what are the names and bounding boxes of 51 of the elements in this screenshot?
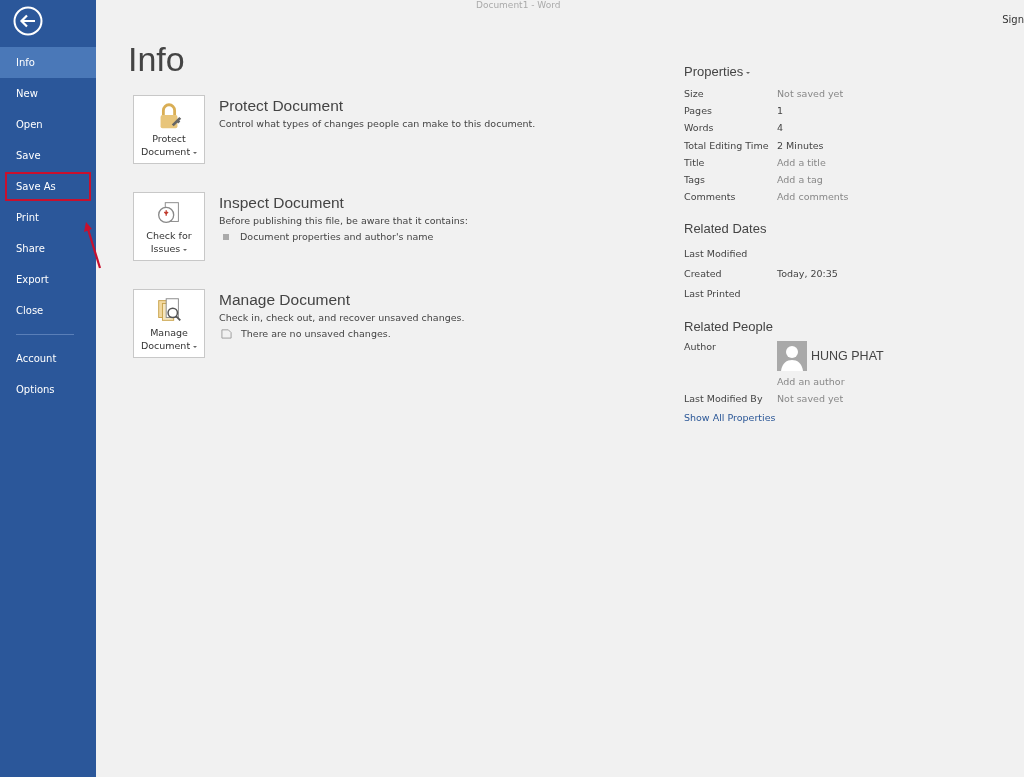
section-heading: Related People	[684, 319, 774, 335]
author-name: HUNG PHAT	[811, 349, 884, 364]
page-title: Info	[128, 40, 186, 79]
property-label: Comments	[684, 191, 737, 203]
dropdown-button[interactable]: Protect Document	[133, 95, 205, 164]
nav-item[interactable]: Export	[0, 264, 96, 295]
nav-item[interactable]: Close	[0, 295, 96, 326]
property-label: Author	[684, 341, 717, 353]
property-value: 1	[777, 105, 784, 117]
properties-dropdown[interactable]: Properties	[684, 64, 904, 79]
section-description: Check in, check out, and recover unsaved changes.	[219, 312, 465, 323]
nav-item[interactable]: Options	[0, 374, 96, 405]
back-icon[interactable]	[13, 6, 43, 36]
avatar-icon	[777, 341, 807, 372]
property-label: Title	[684, 156, 706, 168]
nav-item[interactable]: Open	[0, 109, 96, 140]
nav-item[interactable]: Share	[0, 233, 96, 264]
property-value: 2 Minutes	[777, 139, 824, 151]
property-label: Last Modified By	[684, 393, 764, 405]
property-value: Today, 20:35	[777, 267, 838, 279]
property-label: Tags	[684, 174, 707, 186]
section-title: Protect Document	[219, 97, 345, 115]
nav-item[interactable]: New	[0, 78, 96, 109]
section-title: Manage Document	[219, 291, 351, 309]
property-value: 4	[777, 122, 784, 134]
annotation-arrow	[83, 220, 103, 270]
bullet-icon	[223, 233, 229, 240]
document-icon	[221, 328, 232, 339]
property-label: Words	[684, 122, 715, 134]
nav-item[interactable]: Print	[0, 202, 96, 233]
section-description: Control what types of changes people can make to this document.	[219, 118, 536, 129]
nav-item[interactable]: Save	[0, 140, 96, 171]
property-label: Size	[684, 88, 705, 100]
property-label: Created	[684, 267, 723, 279]
window-title: Document1 - Word	[476, 0, 561, 10]
property-label: Total Editing Time	[684, 139, 770, 151]
nav-item[interactable]: Save As	[4, 171, 92, 202]
dropdown-button[interactable]: Check for Issues	[133, 192, 205, 261]
section-title: Inspect Document	[219, 194, 345, 212]
dropdown-button[interactable]: Manage Document	[133, 289, 205, 358]
nav-item[interactable]: Info	[0, 47, 96, 78]
sign-in-link[interactable]: Sign	[1002, 14, 1024, 25]
property-label: Pages	[684, 105, 713, 117]
show-all-properties-link[interactable]: Show All Properties	[684, 411, 904, 423]
property-label: Last Printed	[684, 287, 742, 299]
property-value: Not saved yet	[777, 393, 844, 405]
section-heading: Related Dates	[684, 221, 768, 237]
section-note: There are no unsaved changes.	[241, 328, 391, 339]
section-description: Before publishing this file, be aware that it contains:	[219, 215, 468, 226]
property-label: Last Modified	[684, 247, 749, 259]
section-note: Document properties and author's name	[240, 231, 434, 242]
